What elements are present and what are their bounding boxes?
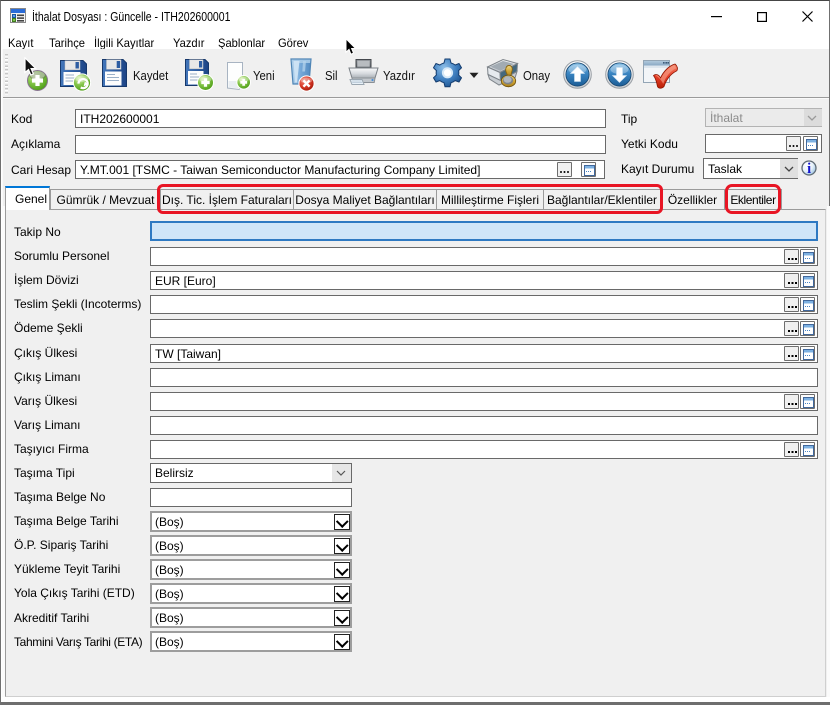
svg-text:i: i bbox=[807, 161, 811, 176]
